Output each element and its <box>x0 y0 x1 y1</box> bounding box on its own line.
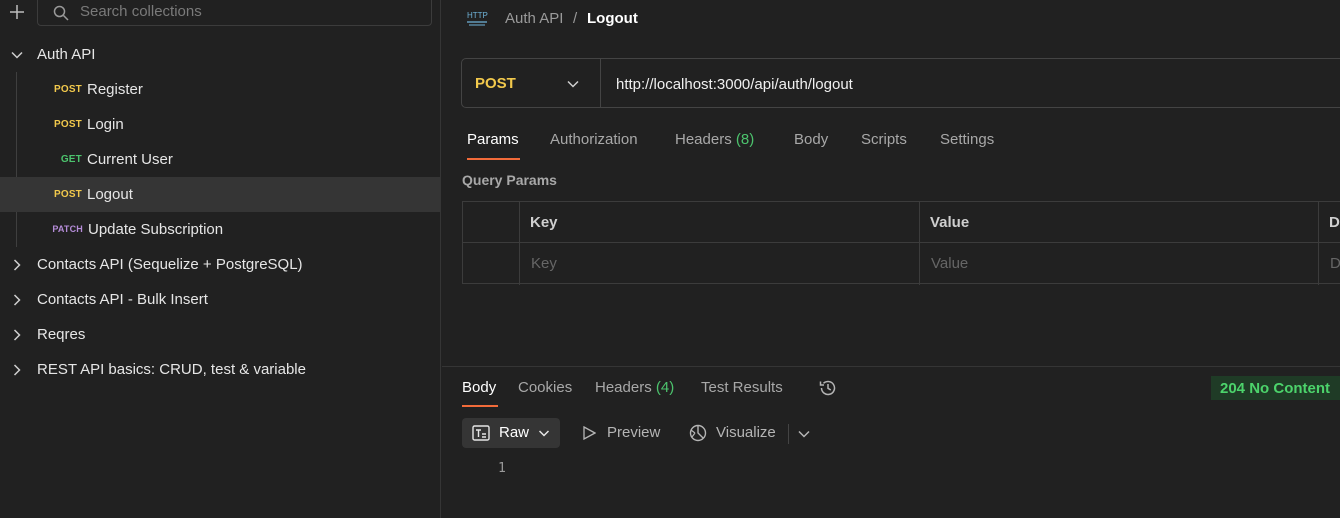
tab-headers[interactable]: Headers (8) <box>675 131 754 148</box>
response-tab-cookies[interactable]: Cookies <box>518 379 572 396</box>
request-label: Logout <box>87 186 133 203</box>
breadcrumb-parent[interactable]: Auth API <box>505 10 563 27</box>
play-icon <box>583 426 596 440</box>
http-icon: HTTP <box>467 11 488 26</box>
collection-label: REST API basics: CRUD, test & variable <box>37 361 306 378</box>
svg-text:HTTP: HTTP <box>467 11 488 20</box>
tab-authorization[interactable]: Authorization <box>550 131 638 148</box>
chevron-down-icon <box>11 51 23 59</box>
response-headers-count: (4) <box>655 379 675 396</box>
page-title[interactable]: Logout <box>587 10 638 27</box>
line-number: 1 <box>498 461 506 476</box>
url-input[interactable] <box>616 73 1316 95</box>
search-box[interactable] <box>37 0 432 26</box>
request-login[interactable]: POST Login <box>0 107 441 142</box>
query-params-table: Key Value D Key Value D <box>462 201 1340 285</box>
request-label: Login <box>87 116 124 133</box>
search-icon <box>53 5 69 21</box>
request-logout[interactable]: POST Logout <box>0 177 441 212</box>
chevron-right-icon <box>13 364 21 376</box>
collection-contacts-bulk[interactable]: Contacts API - Bulk Insert <box>0 282 441 317</box>
method-badge: GET <box>60 154 82 165</box>
format-label: Raw <box>499 424 530 441</box>
key-field[interactable]: Key <box>531 255 557 272</box>
tab-settings[interactable]: Settings <box>940 131 994 148</box>
chevron-down-icon <box>567 80 579 88</box>
plus-icon <box>10 5 24 19</box>
request-label: Update Subscription <box>88 221 224 238</box>
new-collection-button[interactable] <box>7 2 27 22</box>
visualize-label: Visualize <box>716 424 776 441</box>
column-header-description: D <box>1329 214 1340 231</box>
tab-headers-label: Headers <box>675 131 732 148</box>
history-icon[interactable] <box>818 378 838 398</box>
request-label: Register <box>87 81 143 98</box>
tab-scripts[interactable]: Scripts <box>861 131 907 148</box>
method-select[interactable]: POST <box>462 59 601 107</box>
request-update-subscription[interactable]: PATCH Update Subscription <box>0 212 441 247</box>
value-column <box>920 202 1319 285</box>
response-tab-headers-label: Headers <box>595 379 652 396</box>
request-register[interactable]: POST Register <box>0 72 441 107</box>
request-label: Current User <box>87 151 173 168</box>
response-tab-headers[interactable]: Headers (4) <box>595 379 674 396</box>
breadcrumb-separator: / <box>573 10 578 27</box>
collection-rest-api-basics[interactable]: REST API basics: CRUD, test & variable <box>0 352 441 387</box>
response-divider[interactable] <box>442 366 1340 367</box>
headers-count: (8) <box>735 131 755 148</box>
sidebar-toolbar <box>0 0 441 30</box>
chevron-down-icon[interactable] <box>797 427 811 441</box>
collection-label: Reqres <box>37 326 86 343</box>
chevron-right-icon <box>13 294 21 306</box>
chevron-right-icon <box>13 329 21 341</box>
response-tab-body[interactable]: Body <box>462 379 496 396</box>
chevron-right-icon <box>13 259 21 271</box>
key-column <box>520 202 920 285</box>
active-tab-indicator <box>467 158 520 160</box>
tab-params[interactable]: Params <box>467 131 519 148</box>
format-select[interactable]: Raw <box>462 418 560 448</box>
column-header-key: Key <box>530 214 558 231</box>
status-badge: 204 No Content <box>1211 376 1340 400</box>
search-input[interactable] <box>80 1 420 21</box>
query-params-title: Query Params <box>462 172 557 188</box>
collections-sidebar: Auth API POST Register POST Login GET Cu… <box>0 0 441 518</box>
request-panel: HTTP Auth API / Logout POST Params Autho… <box>442 0 1340 518</box>
collection-reqres[interactable]: Reqres <box>0 317 441 352</box>
row-checkbox-column <box>463 202 520 285</box>
column-header-value: Value <box>930 214 970 231</box>
active-tab-indicator <box>462 405 498 407</box>
method-badge: PATCH <box>52 224 83 234</box>
divider <box>788 424 789 444</box>
collection-label: Contacts API (Sequelize + PostgreSQL) <box>37 256 303 273</box>
collection-contacts-sequelize[interactable]: Contacts API (Sequelize + PostgreSQL) <box>0 247 441 282</box>
request-current-user[interactable]: GET Current User <box>0 142 441 177</box>
description-field[interactable]: D <box>1330 255 1340 272</box>
method-value: POST <box>475 75 516 92</box>
collection-label: Auth API <box>37 46 96 63</box>
tab-body[interactable]: Body <box>794 131 828 148</box>
method-badge: POST <box>53 119 82 130</box>
response-tab-test-results[interactable]: Test Results <box>701 379 783 396</box>
raw-text-icon <box>472 425 490 441</box>
method-badge: POST <box>53 189 82 200</box>
chevron-down-icon <box>538 430 550 437</box>
collection-label: Contacts API - Bulk Insert <box>37 291 208 308</box>
preview-label: Preview <box>607 424 661 441</box>
visualize-icon <box>689 424 707 442</box>
url-bar: POST <box>461 58 1340 108</box>
collection-auth-api[interactable]: Auth API <box>0 37 441 72</box>
value-field[interactable]: Value <box>931 255 968 272</box>
method-badge: POST <box>53 84 82 95</box>
